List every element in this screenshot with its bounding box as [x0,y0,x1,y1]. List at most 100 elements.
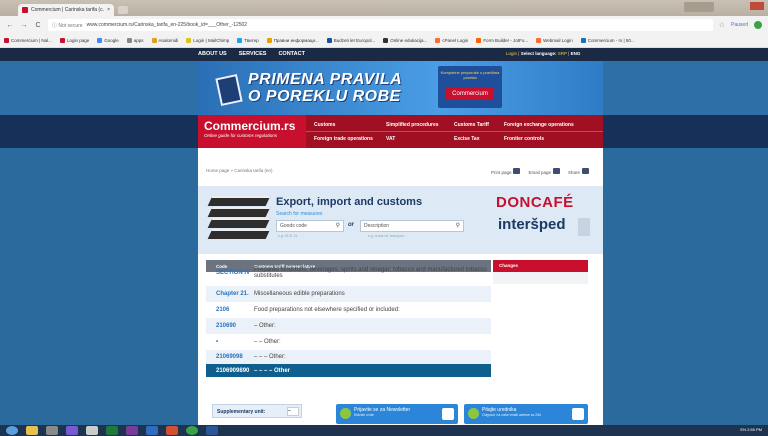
description-input[interactable]: Description ⚲ [360,220,464,232]
bookmark-favicon-icon [435,38,441,43]
tariff-code[interactable]: 21069098 [206,354,254,360]
bookmark-item[interactable]: apps [126,38,144,43]
bookmark-item[interactable]: Commercium - rs | 50... [580,38,635,43]
sponsor-ads: DONCAFÉ interšped [490,194,590,252]
menu-foreign-trade[interactable]: Foreign trade operations [314,136,386,142]
search-icon[interactable]: ⚲ [456,222,460,229]
reload-button[interactable]: C [34,22,42,29]
outlook-icon[interactable] [146,426,158,435]
calculator-icon[interactable] [86,426,98,435]
bookmark-item[interactable]: Webmail Login [536,38,573,43]
tray-language[interactable]: EN [740,427,746,432]
table-row[interactable]: 210690– Other: [206,318,491,334]
goods-code-input[interactable]: Goods code ⚲ [276,220,344,232]
bookmark-item[interactable]: Analomidi [151,38,178,43]
main-menu: Customs Simplified procedures Customs Ta… [306,115,603,148]
menu-simplified-procedures[interactable]: Simplified procedures [386,122,454,128]
logo-tagline: Online guide for customs regulations [204,133,278,138]
bookmark-item[interactable]: Online edukacija... [383,38,427,43]
explorer-icon[interactable] [26,426,38,435]
onenote-icon[interactable] [126,426,138,435]
share-link[interactable]: Share [568,168,589,175]
nav-about-us[interactable]: ABOUT US [198,51,227,57]
start-icon[interactable] [6,426,18,435]
maximize-button[interactable] [736,2,746,10]
bookmark-item[interactable]: cPanel Login [435,38,468,43]
bookmark-item[interactable]: Budzeti let Europol... [326,38,375,43]
table-row[interactable]: • – – Other: [206,334,491,350]
powerpoint-icon[interactable] [166,426,178,435]
newsletter-popup[interactable]: Prijavite se za Newsletter Kliknite ovde [336,404,458,424]
menu-customs-tariff[interactable]: Customs Tariff [454,122,504,128]
changes-panel [493,272,588,284]
banner-line-2: O POREKLU ROBE [248,88,401,105]
tariff-code[interactable]: 2106 [206,307,254,313]
menu-frontier-controls[interactable]: Frontier controls [504,136,544,142]
profile-avatar[interactable] [754,21,762,29]
menu-vat[interactable]: VAT [386,136,454,142]
nav-contact[interactable]: CONTACT [278,51,304,57]
tariff-code[interactable]: Chapter 21. [206,291,254,297]
menu-customs[interactable]: Customs [314,122,386,128]
tariff-code[interactable]: 2106909890 [206,368,254,374]
table-row[interactable]: SECTION IV Prepared foodstuffs; beverages… [206,260,491,286]
forward-button[interactable]: → [20,22,28,29]
sync-paused-label[interactable]: Paused [731,22,748,28]
table-row[interactable]: Chapter 21. Miscellaneous edible preparat… [206,286,491,302]
media-icon[interactable] [46,426,58,435]
breadcrumb[interactable]: Home page » Carinska tarifa (en) [206,168,273,173]
banner-ad[interactable]: PRIMENA PRAVILA O POREKLU ROBE Kompletne… [198,61,603,115]
bookmark-item[interactable]: Google [97,38,119,43]
supplementary-unit-select[interactable]: – [287,407,299,416]
intersped-ad[interactable]: interšped [498,216,566,233]
lang-srp-link[interactable]: SRP [558,51,567,56]
site-logo[interactable]: Commercium.rs Online guide for customs r… [198,115,306,148]
tariff-code[interactable]: SECTION IV [206,270,254,276]
chrome-icon[interactable] [186,426,198,435]
bookmark-label: Form Builder - JotFo... [483,38,529,43]
minimize-button[interactable] [722,2,732,10]
login-link[interactable]: Login [506,51,517,56]
menu-excise-tax[interactable]: Excise Tax [454,136,504,142]
menu-foreign-exchange[interactable]: Foreign exchange operations [504,122,574,128]
table-row[interactable]: 2106 Food preparations not elsewhere spec… [206,302,491,318]
word-icon[interactable] [206,426,218,435]
bookmark-favicon-icon [536,38,542,43]
lang-eng-link[interactable]: ENG [571,51,581,56]
bookmark-item[interactable]: Правни информаци... [266,38,319,43]
url-input[interactable]: ⓘ Not secure www.commercium.rs/Carinska_… [48,19,713,31]
profile-badge[interactable] [684,2,714,12]
tariff-description: – – – – Other [254,367,291,374]
search-hero: Export, import and customs Search for me… [198,186,603,254]
skype-icon[interactable] [66,426,78,435]
bookmark-item[interactable]: Login page [59,38,89,43]
nav-services[interactable]: SERVICES [239,51,267,57]
doncafe-ad[interactable]: DONCAFÉ [496,194,574,211]
back-button[interactable]: ← [6,22,14,29]
security-indicator[interactable]: ⓘ Not secure [52,22,83,29]
bookmark-item[interactable]: Login | MailChimp [186,38,229,43]
documents-stack-icon [207,196,271,240]
eu-promo[interactable]: Kompletne preporuke o pravilima porekla … [438,66,502,108]
tray-clock[interactable]: 2:55 PM [747,427,762,432]
select-language-label: Select language: [520,51,557,56]
ask-editor-popup[interactable]: Pitajte urednika Odgovor na vaše email a… [464,404,588,424]
bookmark-item[interactable]: Твитер [237,38,259,43]
excel-icon[interactable] [106,426,118,435]
bookmark-item[interactable]: Commercium | Nal... [4,38,52,43]
new-tab-button[interactable] [118,6,128,14]
table-row[interactable]: 21069098– – – Other: [206,350,491,364]
table-row[interactable]: 2106909890– – – – Other [206,364,491,377]
print-page-link[interactable]: Print page [491,168,521,175]
email-page-link[interactable]: Email page [528,168,560,175]
search-icon[interactable]: ⚲ [336,222,340,229]
bookmark-star-icon[interactable]: ☆ [719,21,725,29]
bookmark-item[interactable]: Form Builder - JotFo... [476,38,528,43]
tariff-code[interactable]: 210690 [206,323,254,329]
close-tab-icon[interactable]: × [107,7,110,13]
close-window-button[interactable] [750,2,764,10]
supplementary-unit-label: Supplementary unit: [217,409,266,415]
tariff-code[interactable]: • [206,339,254,345]
tariff-description: – – Other: [254,339,281,345]
browser-tab[interactable]: Commercium | Carinska tarifa (c... × [18,4,114,16]
